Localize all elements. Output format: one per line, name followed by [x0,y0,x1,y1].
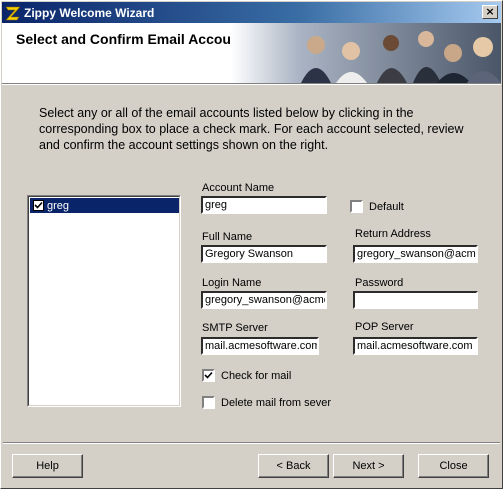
list-item[interactable]: greg [30,198,179,213]
return-address-field[interactable]: gregory_swanson@acme [353,245,478,263]
account-name-field[interactable]: greg [201,196,327,214]
delete-mail-box[interactable] [202,396,215,409]
instructions-text: Select any or all of the email accounts … [39,106,464,152]
full-name-label: Full Name [202,231,253,243]
default-label: Default [369,200,404,213]
check-for-mail-label: Check for mail [221,369,292,382]
smtp-server-label: SMTP Server [202,322,268,334]
login-name-label: Login Name [202,277,262,289]
default-checkbox[interactable]: Default [350,200,404,213]
button-divider [3,442,500,444]
help-button[interactable]: Help [12,454,83,478]
title-bar[interactable]: Zippy Welcome Wizard × [2,2,501,23]
full-name-field[interactable]: Gregory Swanson [201,245,327,263]
smtp-server-field[interactable]: mail.acmesoftware.com [201,337,319,355]
pop-server-field[interactable]: mail.acmesoftware.com [353,337,478,355]
accounts-listbox[interactable]: greg [27,195,181,407]
password-label: Password [355,277,404,289]
account-name-label: Account Name [202,182,275,194]
back-button[interactable]: < Back [258,454,329,478]
zippy-logo-icon [5,6,21,20]
next-button[interactable]: Next > [333,454,404,478]
page-title: Select and Confirm Email Accounts [16,31,252,47]
account-name-label: greg [47,199,70,212]
default-checkbox-box[interactable] [350,200,363,213]
wizard-window: Zippy Welcome Wizard × Select and Confir… [0,0,503,489]
delete-mail-checkbox[interactable]: Delete mail from sever [202,396,331,409]
close-window-icon[interactable]: × [482,5,498,19]
pop-server-label: POP Server [355,321,414,333]
account-checkbox[interactable] [33,200,44,211]
close-button[interactable]: Close [418,454,489,478]
password-field[interactable] [353,291,478,309]
delete-mail-label: Delete mail from sever [221,396,332,409]
banner-people-image [231,23,501,83]
banner-divider [2,84,501,85]
window-title: Zippy Welcome Wizard [24,5,155,20]
login-name-field[interactable]: gregory_swanson@acme [201,291,327,309]
check-for-mail-box[interactable] [202,369,215,382]
return-address-label: Return Address [355,228,431,240]
check-for-mail-checkbox[interactable]: Check for mail [202,369,291,382]
wizard-banner: Select and Confirm Email Accounts [2,23,501,84]
